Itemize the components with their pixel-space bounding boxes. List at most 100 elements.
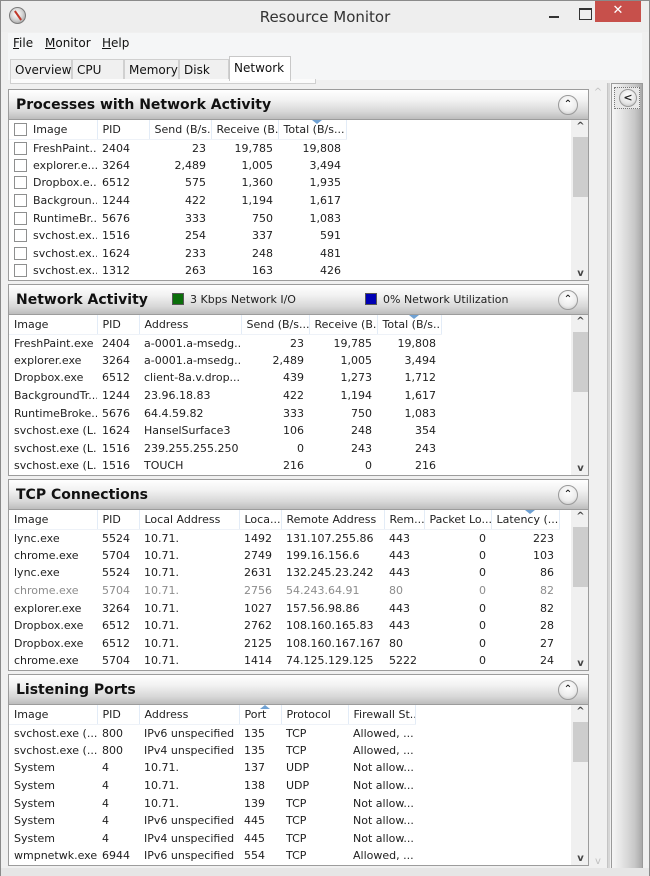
- column-header[interactable]: Send (B/s...: [241, 315, 310, 335]
- table-row[interactable]: BackgroundTr... 1244 23.96.18.83 422 1,194 1,…: [9, 387, 441, 405]
- table-row[interactable]: System 4 IPv4 unspecified 445 TCP Not allow..…: [9, 830, 415, 848]
- row-checkbox[interactable]: [14, 176, 27, 190]
- table-row[interactable]: System 4 10.71. 137 UDP Not allow...: [9, 759, 415, 777]
- collapse-tcp-button[interactable]: ⌃: [558, 485, 578, 505]
- scroll-up-icon[interactable]: ^: [593, 87, 603, 98]
- column-header[interactable]: Remote Address: [281, 510, 385, 530]
- table-row[interactable]: lync.exe 5524 10.71. 1492 131.107.255.86 443 0…: [9, 529, 559, 547]
- scroll-up-icon[interactable]: ^: [572, 316, 588, 327]
- close-button[interactable]: ✕: [595, 1, 641, 22]
- column-header[interactable]: PID: [97, 315, 140, 335]
- table-row[interactable]: chrome.exe 5704 10.71. 2749 199.16.156.6 443 0…: [9, 547, 559, 565]
- table-row[interactable]: System 4 10.71. 138 UDP Not allow...: [9, 777, 415, 795]
- table-row[interactable]: System 4 10.71. 139 TCP Not allow...: [9, 794, 415, 812]
- column-header[interactable]: PID: [97, 510, 140, 530]
- column-header[interactable]: Address: [139, 315, 242, 335]
- menu-help[interactable]: Help: [102, 36, 129, 50]
- column-header[interactable]: Packet Lo...: [424, 510, 492, 530]
- table-row[interactable]: Dropbox.exe 6512 10.71. 2762 108.160.165.83 4…: [9, 617, 559, 635]
- row-checkbox[interactable]: [14, 158, 27, 172]
- row-checkbox[interactable]: [14, 264, 27, 278]
- table-row[interactable]: explorer.exe 3264 10.71. 1027 157.56.98.86 44…: [9, 599, 559, 617]
- scroll-down-icon[interactable]: v: [572, 463, 588, 474]
- row-checkbox[interactable]: [14, 141, 27, 155]
- network-activity-scrollbar[interactable]: ^ v: [571, 315, 588, 475]
- table-row[interactable]: wmpnetwk.exe 6944 IPv6 unspecified 554 TCP Al…: [9, 847, 415, 865]
- table-row[interactable]: lync.exe 5524 10.71. 2631 132.245.23.242 443 0…: [9, 564, 559, 582]
- column-header[interactable]: Image: [9, 120, 98, 140]
- column-header[interactable]: Send (B/s...: [149, 120, 212, 140]
- main-scrollbar[interactable]: ^ v: [591, 87, 605, 867]
- column-header[interactable]: Address: [139, 705, 240, 725]
- column-header[interactable]: Total (B/s...: [377, 315, 442, 335]
- table-row[interactable]: svchost.exe (... 800 IPv4 unspecified 135 TC…: [9, 742, 415, 760]
- tab-disk[interactable]: Disk: [179, 59, 229, 80]
- tcp-scrollbar[interactable]: ^ v: [571, 510, 588, 670]
- table-row[interactable]: chrome.exe 5704 10.71. 1414 74.125.129.125 52…: [9, 652, 559, 670]
- table-row[interactable]: svchost.exe (L... 1516 239.255.255.250 0 243…: [9, 440, 441, 458]
- table-row[interactable]: svchost.ex... 1312 263 163 426: [9, 262, 346, 280]
- table-row[interactable]: explorer.exe 3264 a-0001.a-msedg... 2,489 1,…: [9, 352, 441, 370]
- column-header[interactable]: Loca...: [239, 510, 282, 530]
- listening-ports-panel-header[interactable]: Listening Ports ⌃: [9, 675, 588, 705]
- scroll-thumb[interactable]: [573, 722, 588, 762]
- table-row[interactable]: Backgroun... 1244 422 1,194 1,617: [9, 192, 346, 210]
- column-header[interactable]: Image: [9, 705, 98, 725]
- row-checkbox[interactable]: [14, 194, 27, 208]
- column-header[interactable]: PID: [97, 705, 140, 725]
- column-header[interactable]: Receive (B...: [309, 315, 378, 335]
- select-all-checkbox[interactable]: [14, 122, 27, 136]
- menu-monitor[interactable]: Monitor: [45, 36, 91, 50]
- table-row[interactable]: svchost.ex... 1624 233 248 481: [9, 245, 346, 263]
- column-header[interactable]: Receive (B...: [211, 120, 279, 140]
- scroll-down-icon[interactable]: v: [572, 658, 588, 669]
- table-row[interactable]: System 4 IPv6 unspecified 445 TCP Not allow..…: [9, 812, 415, 830]
- column-header[interactable]: Rem...: [384, 510, 425, 530]
- tcp-connections-panel-header[interactable]: TCP Connections ⌃: [9, 480, 588, 510]
- scroll-down-icon[interactable]: v: [572, 853, 588, 864]
- table-row[interactable]: svchost.ex... 1516 254 337 591: [9, 227, 346, 245]
- table-row[interactable]: svchost.exe (L... 1624 HanselSurface3 106 24…: [9, 422, 441, 440]
- table-row[interactable]: Dropbox.e... 6512 575 1,360 1,935: [9, 174, 346, 192]
- collapse-network-activity-button[interactable]: ⌃: [558, 290, 578, 310]
- row-checkbox[interactable]: [14, 211, 27, 225]
- column-header[interactable]: Image: [9, 315, 98, 335]
- table-row[interactable]: explorer.e... 3264 2,489 1,005 3,494: [9, 157, 346, 175]
- scroll-up-icon[interactable]: ^: [572, 121, 588, 132]
- table-row[interactable]: chrome.exe 5704 10.71. 2756 54.243.64.91 80 0 8…: [9, 582, 559, 600]
- collapse-listening-button[interactable]: ⌃: [558, 680, 578, 700]
- table-row[interactable]: Dropbox.exe 6512 client-8a.v.drop... 439 1,2…: [9, 369, 441, 387]
- column-header[interactable]: Port: [239, 705, 282, 725]
- row-checkbox[interactable]: [14, 229, 27, 243]
- column-header[interactable]: Protocol: [281, 705, 349, 725]
- table-row[interactable]: FreshPaint.exe 2404 a-0001.a-msedg... 23 19,…: [9, 334, 441, 352]
- processes-panel-header[interactable]: Processes with Network Activity ⌃: [9, 90, 588, 120]
- row-checkbox[interactable]: [14, 246, 27, 260]
- scroll-thumb[interactable]: [573, 332, 588, 392]
- column-header[interactable]: Firewall St...: [348, 705, 416, 725]
- menu-file[interactable]: File: [13, 36, 33, 50]
- scroll-thumb[interactable]: [573, 527, 588, 587]
- column-header[interactable]: Total (B/s...: [278, 120, 347, 140]
- table-row[interactable]: RuntimeBr... 5676 333 750 1,083: [9, 209, 346, 227]
- tab-cpu[interactable]: CPU: [72, 59, 124, 80]
- tab-overview[interactable]: Overview: [10, 59, 72, 80]
- minimize-button[interactable]: [541, 3, 569, 25]
- collapse-processes-button[interactable]: ⌃: [558, 95, 578, 115]
- scroll-up-icon[interactable]: ^: [572, 706, 588, 717]
- column-header[interactable]: PID: [97, 120, 150, 140]
- table-row[interactable]: FreshPaint.... 2404 23 19,785 19,808: [9, 139, 346, 157]
- tab-memory[interactable]: Memory: [124, 59, 179, 80]
- column-header[interactable]: Image: [9, 510, 98, 530]
- column-header[interactable]: Local Address: [139, 510, 240, 530]
- table-row[interactable]: svchost.exe (... 800 IPv6 unspecified 135 TC…: [9, 724, 415, 742]
- processes-scrollbar[interactable]: ^ v: [571, 120, 588, 280]
- tab-network[interactable]: Network: [229, 56, 291, 81]
- scroll-down-icon[interactable]: v: [572, 268, 588, 279]
- pane-splitter[interactable]: [607, 83, 610, 870]
- expand-graph-pane-button[interactable]: <: [614, 87, 640, 109]
- listening-scrollbar[interactable]: ^ v: [571, 705, 588, 865]
- table-row[interactable]: RuntimeBroke... 5676 64.4.59.82 333 750 1,083: [9, 404, 441, 422]
- table-row[interactable]: Dropbox.exe 6512 10.71. 2125 108.160.167.167…: [9, 635, 559, 653]
- column-header[interactable]: Latency (...: [491, 510, 560, 530]
